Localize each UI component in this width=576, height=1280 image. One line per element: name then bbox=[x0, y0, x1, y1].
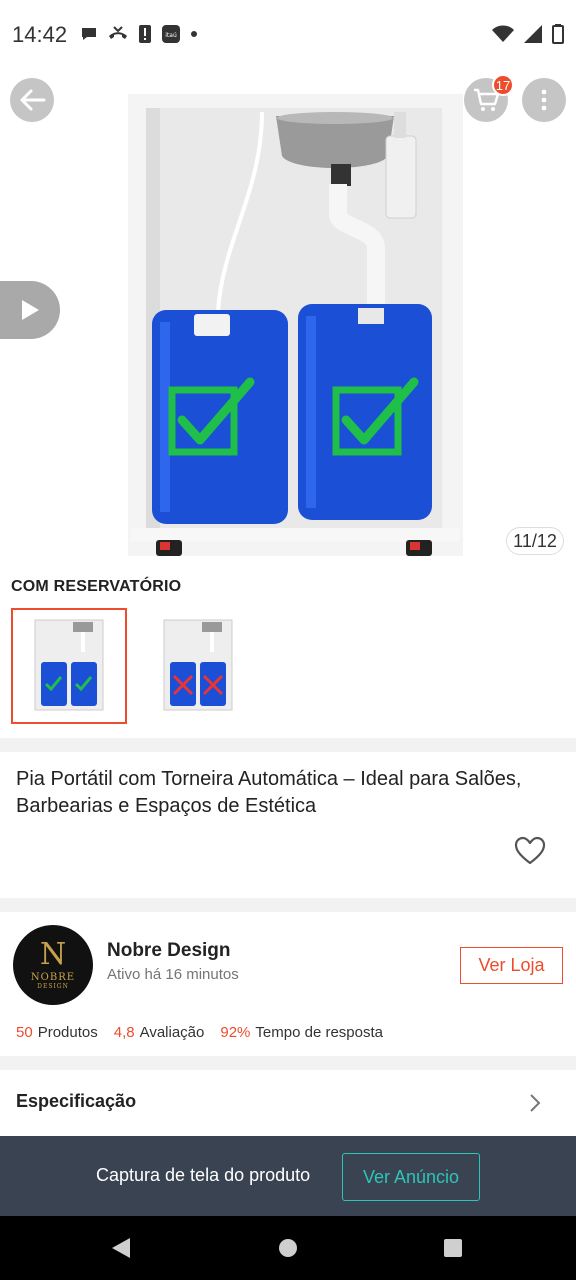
bank-app-icon: itaú bbox=[162, 25, 180, 43]
product-photo bbox=[128, 94, 463, 556]
system-icons bbox=[492, 24, 564, 44]
section-divider bbox=[0, 898, 576, 912]
signal-icon bbox=[524, 25, 542, 43]
chat-notification-icon bbox=[82, 28, 96, 40]
status-time: 14:42 bbox=[12, 22, 68, 47]
variant-thumbnail bbox=[163, 619, 233, 711]
variant-option-with-tank[interactable] bbox=[11, 608, 127, 724]
arrow-left-icon bbox=[20, 89, 46, 111]
variation-title: COM RESERVATÓRIO bbox=[11, 578, 182, 595]
stat-products: 50 Produtos bbox=[16, 1024, 98, 1041]
nav-home-icon[interactable] bbox=[278, 1238, 298, 1258]
seller-stats: 50 Produtos 4,8 Avaliação 92% Tempo de resp… bbox=[16, 1024, 383, 1041]
specification-label: Especificação bbox=[16, 1091, 137, 1111]
favorite-button[interactable] bbox=[514, 836, 546, 868]
seller-logo-name: NOBRE bbox=[30, 972, 76, 983]
play-icon bbox=[22, 300, 39, 320]
seller-active-status: Ativo há 16 minutos bbox=[107, 966, 239, 983]
product-title: Pia Portátil com Torneira Automática – I… bbox=[16, 768, 522, 817]
nav-back-icon[interactable] bbox=[110, 1236, 132, 1260]
cart-count-badge: 17 bbox=[492, 74, 514, 96]
section-divider bbox=[0, 738, 576, 752]
section-divider bbox=[0, 1056, 576, 1070]
heart-icon bbox=[514, 836, 546, 865]
battery-icon bbox=[552, 24, 564, 44]
capture-text: Captura de tela do produto bbox=[96, 1165, 311, 1185]
view-listing-button[interactable]: Ver Anúncio bbox=[342, 1153, 480, 1201]
more-vertical-icon bbox=[541, 89, 547, 111]
variant-thumbnail bbox=[34, 619, 104, 711]
view-shop-button[interactable]: Ver Loja bbox=[460, 947, 563, 984]
seller-name[interactable]: Nobre Design bbox=[107, 940, 231, 962]
dot-icon bbox=[191, 31, 197, 37]
specification-row[interactable]: Especificação bbox=[0, 1070, 576, 1136]
image-counter: 11/12 bbox=[506, 527, 564, 555]
stat-rating: 4,8 Avaliação bbox=[113, 1024, 205, 1041]
cart-button[interactable]: 17 bbox=[464, 74, 514, 122]
nav-recents-icon[interactable] bbox=[443, 1238, 463, 1258]
screenshot-capture-bar: Captura de tela do produto Ver Anúncio bbox=[0, 1136, 576, 1216]
seller-logo-sub: DESIGN bbox=[37, 983, 69, 990]
variant-option-without-tank[interactable] bbox=[140, 608, 256, 724]
seller-avatar[interactable]: N NOBRE DESIGN bbox=[13, 925, 93, 1005]
more-options-button[interactable] bbox=[522, 78, 566, 122]
seller-logo-monogram: N bbox=[39, 937, 67, 972]
wifi-icon bbox=[492, 25, 514, 42]
svg-text:itaú: itaú bbox=[165, 32, 177, 39]
missed-call-icon bbox=[109, 26, 127, 39]
system-navigation-bar bbox=[0, 1216, 576, 1280]
back-button[interactable] bbox=[10, 78, 54, 122]
status-bar: 14:42 itaú bbox=[0, 0, 576, 72]
alert-icon bbox=[139, 25, 151, 43]
stat-response: 92% Tempo de resposta bbox=[220, 1024, 383, 1041]
play-video-button[interactable] bbox=[0, 281, 60, 339]
chevron-right-icon bbox=[530, 1094, 541, 1112]
product-image-gallery[interactable] bbox=[0, 72, 576, 566]
notification-icons: itaú bbox=[80, 24, 198, 44]
